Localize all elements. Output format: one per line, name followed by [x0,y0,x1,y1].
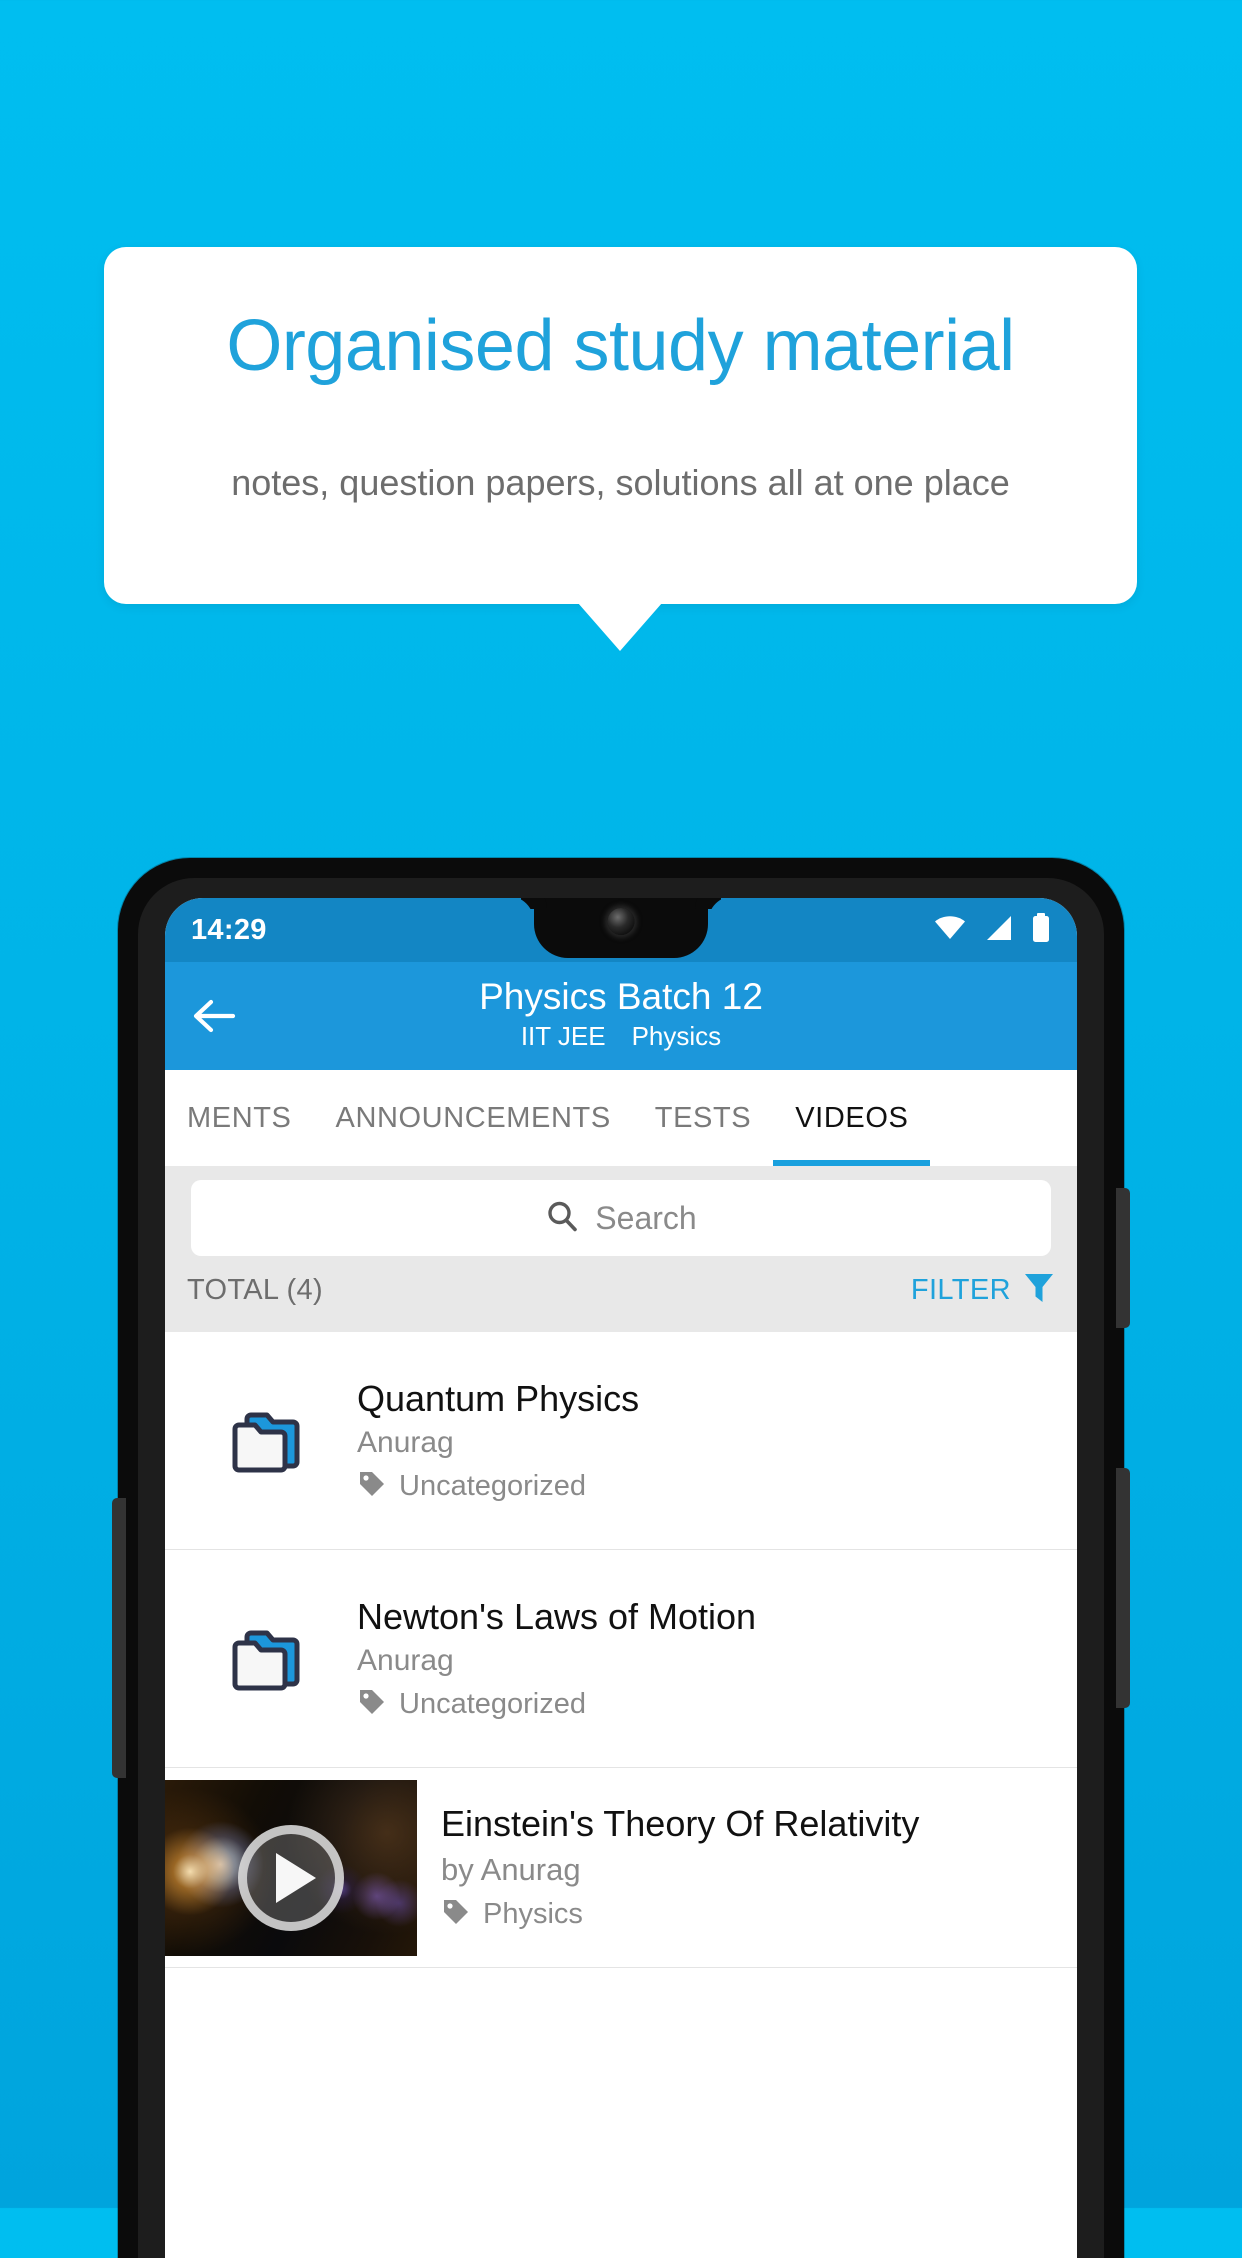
status-bar: 14:29 [165,898,1077,962]
status-bar-icons [933,912,1051,948]
play-triangle-icon [276,1853,316,1904]
tag-icon [357,1687,387,1722]
list-item-body: Quantum Physics Anurag Uncategorized [353,1377,1059,1504]
folder-stack-icon [183,1405,353,1477]
filter-button[interactable]: FILTER [911,1271,1055,1310]
list-item-author: by Anurag [441,1852,581,1887]
list-item-tag-label: Physics [483,1898,583,1930]
tag-icon [357,1469,387,1504]
tab-tests[interactable]: TESTS [633,1070,773,1166]
phone-mockup: 14:29 Physics Batch 12 IIT JEE Physics M… [112,858,1130,2258]
tab-ments[interactable]: MENTS [165,1070,314,1166]
list-item-tag: Uncategorized [357,1687,1059,1722]
front-camera-icon [607,908,635,935]
list-item-tag: Physics [441,1897,1077,1932]
list-item-title: Newton's Laws of Motion [357,1595,757,1637]
list-item-title: Einstein's Theory Of Relativity [441,1803,920,1844]
tag-icon [441,1897,471,1932]
promo-bubble-tail [578,603,662,651]
list-item[interactable]: Einstein's Theory Of Relativity by Anura… [165,1768,1077,1968]
tab-bar: MENTS ANNOUNCEMENTS TESTS VIDEOS [165,1070,1077,1166]
promo-card: Organised study material notes, question… [104,247,1137,604]
tab-announcements[interactable]: ANNOUNCEMENTS [314,1070,633,1166]
back-arrow-icon[interactable] [187,992,241,1040]
search-icon [545,1199,579,1238]
status-bar-clock: 14:29 [191,913,267,946]
app-bar: Physics Batch 12 IIT JEE Physics [165,962,1077,1070]
list-item-author: Anurag [357,1426,454,1460]
subtitle-subject: Physics [631,1020,722,1051]
content-list: Quantum Physics Anurag Uncategorized New… [165,1332,1077,1968]
list-item-body: Newton's Laws of Motion Anurag Uncategor… [353,1595,1059,1722]
list-item-tag-label: Uncategorized [399,1470,586,1503]
phone-screen: 14:29 Physics Batch 12 IIT JEE Physics M… [165,898,1077,2258]
filter-label: FILTER [910,1273,1011,1306]
page-title: Physics Batch 12 [479,976,763,1018]
total-count-label: TOTAL (4) [187,1273,323,1306]
promo-subtitle: notes, question papers, solutions all at… [231,462,1010,503]
search-input[interactable]: Search [191,1180,1051,1256]
phone-volume-button[interactable] [1116,1188,1130,1328]
search-placeholder: Search [595,1199,697,1236]
list-item-author: Anurag [357,1644,454,1678]
display-notch [534,898,708,958]
subtitle-exam: IIT JEE [520,1020,606,1051]
battery-icon [1031,912,1051,948]
list-item[interactable]: Newton's Laws of Motion Anurag Uncategor… [165,1550,1077,1768]
wifi-icon [933,914,967,947]
list-item[interactable]: Quantum Physics Anurag Uncategorized [165,1332,1077,1550]
phone-power-button[interactable] [1116,1468,1130,1708]
results-toolbar: TOTAL (4) FILTER [165,1256,1077,1332]
app-bar-subtitle: IIT JEE Physics [165,1021,1077,1052]
signal-icon [984,914,1014,947]
list-item-title: Quantum Physics [357,1377,640,1419]
funnel-icon [1023,1271,1055,1310]
list-item-tag: Uncategorized [357,1469,1059,1504]
promo-headline: Organised study material [226,306,1015,386]
folder-stack-icon [183,1623,353,1695]
play-icon[interactable] [238,1825,344,1932]
list-item-tag-label: Uncategorized [399,1688,586,1721]
app-bar-titles: Physics Batch 12 IIT JEE Physics [165,976,1077,1054]
list-item-body: Einstein's Theory Of Relativity by Anura… [417,1803,1077,1932]
tab-videos[interactable]: VIDEOS [773,1070,931,1166]
phone-left-side-button[interactable] [112,1498,126,1778]
video-thumbnail[interactable] [165,1779,417,1956]
search-area: Search [165,1166,1077,1256]
